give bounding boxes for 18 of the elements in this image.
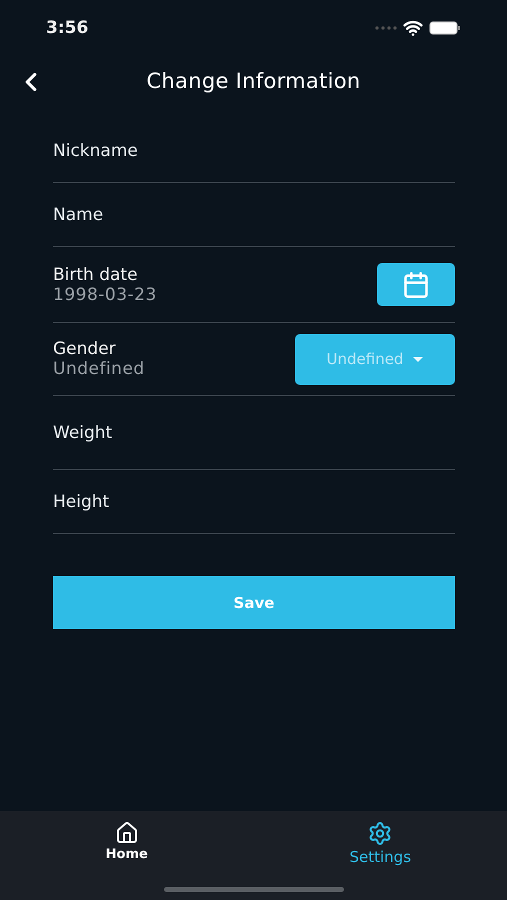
signal-icon bbox=[375, 26, 397, 30]
status-time: 3:56 bbox=[46, 18, 88, 38]
calendar-icon bbox=[402, 270, 430, 298]
settings-icon bbox=[367, 821, 394, 846]
battery-icon bbox=[429, 20, 461, 36]
text-input[interactable]: Nickname bbox=[53, 140, 455, 160]
field-value: 1998-03-23 bbox=[53, 284, 157, 304]
field-label: Gender bbox=[53, 339, 117, 359]
text-input[interactable]: Height bbox=[53, 492, 455, 512]
field-value: Undefined bbox=[53, 359, 145, 379]
page-title: Change Information bbox=[146, 69, 361, 93]
text-input[interactable]: Name bbox=[53, 204, 455, 224]
home-icon bbox=[114, 821, 139, 845]
field-label: Birth date bbox=[53, 264, 139, 284]
tab-item[interactable]: Home bbox=[0, 811, 254, 867]
text-input[interactable]: Weight bbox=[53, 422, 455, 442]
tab-item[interactable]: Settings bbox=[254, 811, 507, 867]
caret-icon bbox=[413, 356, 424, 362]
